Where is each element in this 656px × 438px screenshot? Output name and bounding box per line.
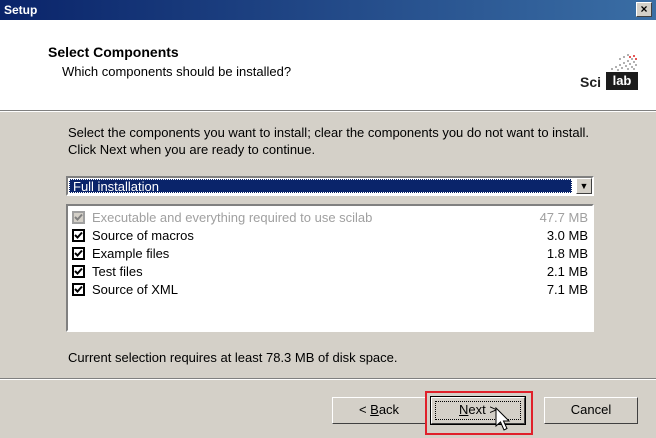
checkmark-icon bbox=[74, 267, 83, 275]
cancel-label: Cancel bbox=[570, 402, 612, 417]
checkbox-tests[interactable] bbox=[72, 265, 85, 278]
component-size: 3.0 MB bbox=[546, 228, 588, 243]
instructions-text: Select the components you want to instal… bbox=[68, 125, 590, 157]
header-divider bbox=[0, 110, 656, 112]
component-row-macros[interactable]: Source of macros 3.0 MB bbox=[72, 227, 588, 245]
component-size: 1.8 MB bbox=[546, 246, 588, 261]
component-row-tests[interactable]: Test files 2.1 MB bbox=[72, 263, 588, 281]
disk-space-requirement: Current selection requires at least 78.3… bbox=[68, 350, 398, 365]
logo-text-sci: Sci bbox=[580, 74, 602, 90]
component-size: 47.7 MB bbox=[539, 210, 588, 225]
logo-text-lab: lab bbox=[606, 72, 638, 90]
checkmark-icon bbox=[74, 213, 83, 221]
component-label: Source of XML bbox=[92, 282, 178, 297]
back-label-accel: B bbox=[370, 402, 379, 417]
component-label: Executable and everything required to us… bbox=[92, 210, 373, 225]
component-row-examples[interactable]: Example files 1.8 MB bbox=[72, 245, 588, 263]
logo-graphic-icon bbox=[611, 54, 637, 71]
checkmark-icon bbox=[74, 249, 83, 257]
component-size: 7.1 MB bbox=[546, 282, 588, 297]
checkbox-macros[interactable] bbox=[72, 229, 85, 242]
component-size: 2.1 MB bbox=[546, 264, 588, 279]
close-icon: × bbox=[640, 2, 648, 16]
component-row-xml[interactable]: Source of XML 7.1 MB bbox=[72, 281, 588, 299]
mouse-pointer-icon bbox=[495, 407, 511, 431]
cancel-button[interactable]: Cancel bbox=[544, 397, 638, 424]
components-list[interactable]: Executable and everything required to us… bbox=[66, 204, 594, 332]
wizard-header: Select Components Which components shoul… bbox=[0, 20, 656, 110]
checkbox-examples[interactable] bbox=[72, 247, 85, 260]
component-label: Example files bbox=[92, 246, 170, 261]
close-button[interactable]: × bbox=[636, 2, 652, 17]
page-title: Select Components bbox=[48, 44, 179, 60]
component-row-executable: Executable and everything required to us… bbox=[72, 209, 588, 227]
back-label-prefix: < bbox=[358, 402, 371, 417]
setup-window: Setup × Select Components Which componen… bbox=[0, 0, 656, 438]
installation-type-dropdown[interactable]: Full installation ▼ bbox=[66, 176, 594, 196]
checkmark-icon bbox=[74, 285, 83, 293]
scilab-logo: Sci lab bbox=[578, 52, 640, 92]
window-title: Setup bbox=[4, 3, 38, 17]
component-label: Source of macros bbox=[92, 228, 194, 243]
title-bar[interactable]: Setup × bbox=[0, 0, 656, 20]
back-label-rest: ack bbox=[378, 402, 400, 417]
back-button[interactable]: < Back bbox=[332, 397, 426, 424]
checkmark-icon bbox=[74, 231, 83, 239]
checkbox-executable bbox=[72, 211, 85, 224]
installation-type-value: Full installation bbox=[69, 179, 572, 194]
next-highlight-box bbox=[425, 391, 533, 435]
footer-divider bbox=[0, 378, 656, 380]
checkbox-xml[interactable] bbox=[72, 283, 85, 296]
component-label: Test files bbox=[92, 264, 143, 279]
dropdown-arrow-icon[interactable]: ▼ bbox=[576, 178, 592, 194]
page-subtitle: Which components should be installed? bbox=[62, 64, 292, 79]
